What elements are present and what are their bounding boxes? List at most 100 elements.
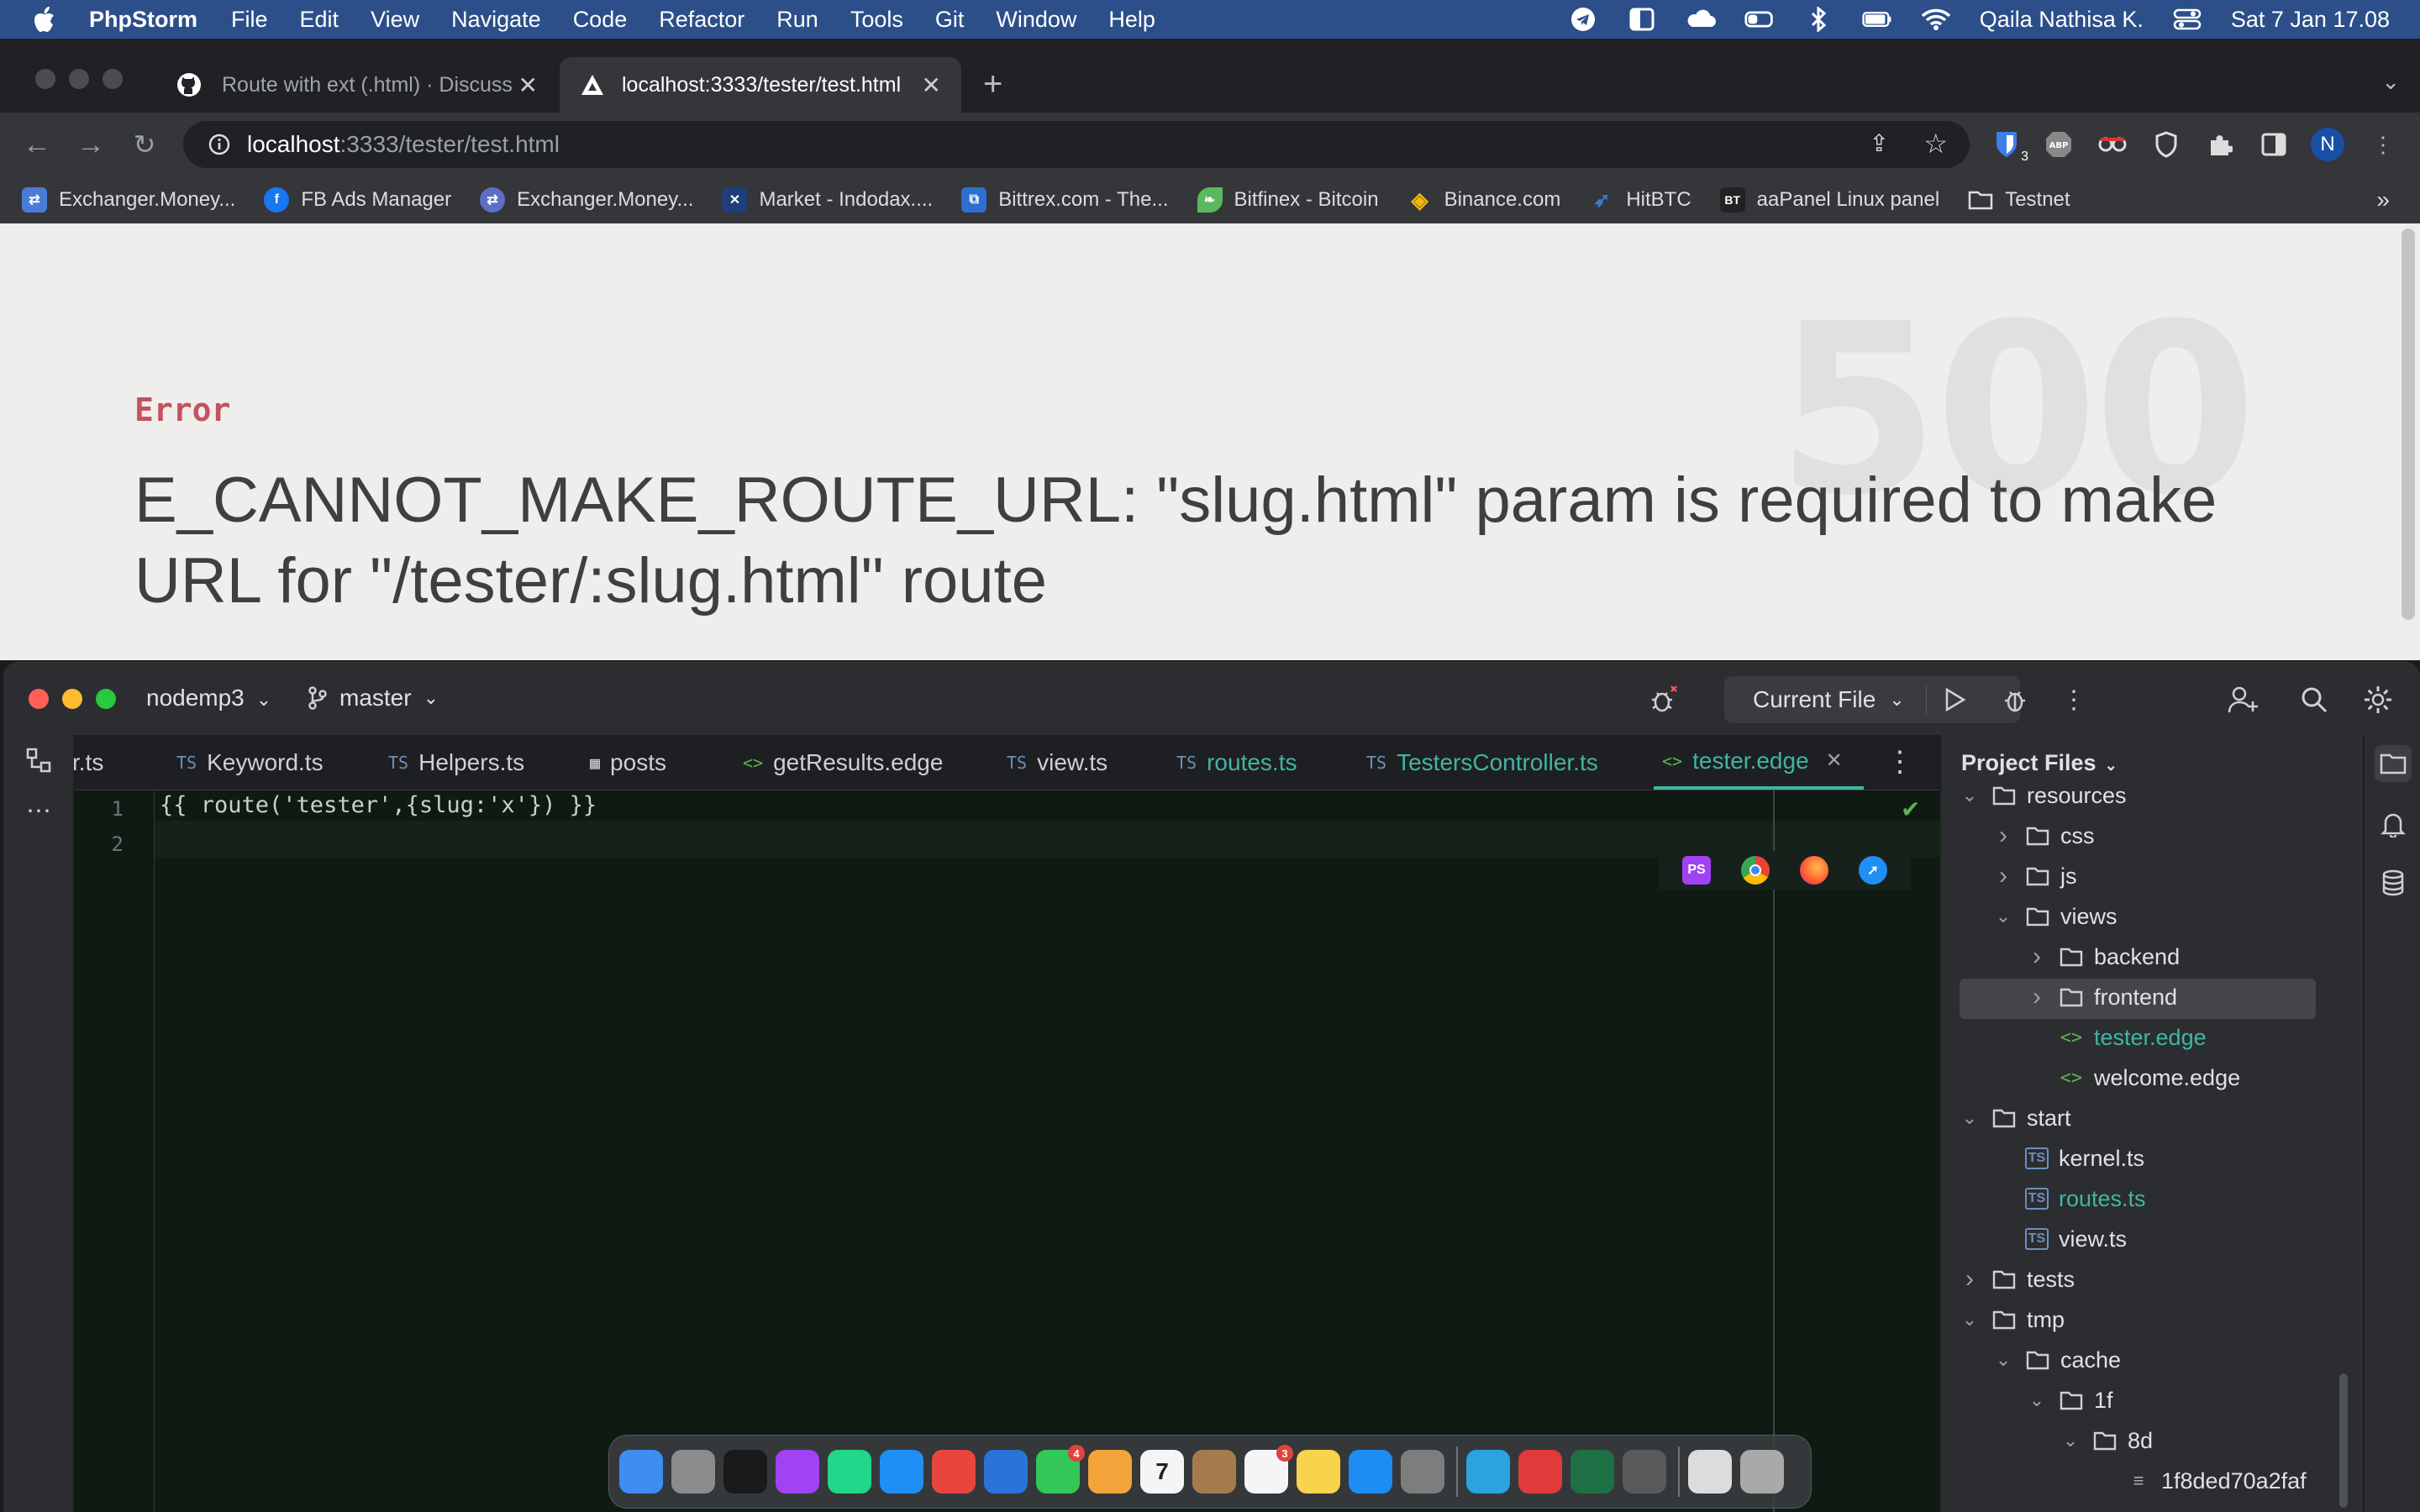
- tree-file[interactable]: TS view.ts: [1993, 1219, 2127, 1259]
- code-line[interactable]: {{ route('tester',{slug:'x'}) }}: [160, 792, 597, 818]
- debug-bug-icon[interactable]: [1647, 683, 1681, 717]
- editor-tab[interactable]: TS TestersController.ts: [1366, 735, 1598, 790]
- kebab-menu-icon[interactable]: ⋮: [2368, 129, 2398, 160]
- menu-tools[interactable]: Tools: [850, 7, 903, 33]
- safari-icon[interactable]: ➚: [1859, 856, 1887, 885]
- menu-app-name[interactable]: PhpStorm: [89, 7, 197, 33]
- menu-help[interactable]: Help: [1108, 7, 1155, 33]
- tree-file[interactable]: ≡ 1f8ded70a2faf: [2094, 1461, 2307, 1501]
- side-panel-icon[interactable]: [2259, 129, 2289, 160]
- tree-folder[interactable]: ⌄ cache: [1993, 1340, 2121, 1380]
- bookmark-folder[interactable]: Testnet: [1968, 187, 2070, 213]
- code-editor[interactable]: 1 2 {{ route('tester',{slug:'x'}) }} ✔ P…: [74, 790, 1939, 1512]
- battery-toggle-icon[interactable]: [1744, 7, 1775, 32]
- tree-folder[interactable]: › frontend: [2027, 977, 2177, 1017]
- bitwarden-extension-icon[interactable]: 3: [1991, 129, 2028, 164]
- bookmark-item[interactable]: f FB Ads Manager: [264, 187, 451, 213]
- tree-file[interactable]: <> welcome.edge: [2027, 1058, 2240, 1098]
- editor-tabs-more-icon[interactable]: ⋮: [1886, 743, 1914, 780]
- database-icon[interactable]: [2375, 864, 2412, 901]
- close-tab-icon[interactable]: ✕: [518, 71, 538, 99]
- documents-icon[interactable]: [1688, 1450, 1732, 1494]
- bookmark-item[interactable]: ❧ Bitfinex - Bitcoin: [1197, 187, 1379, 213]
- branch-switcher[interactable]: master ⌄: [308, 685, 439, 711]
- editor-tab[interactable]: TS view.ts: [1007, 735, 1107, 790]
- notes-icon[interactable]: [1297, 1450, 1340, 1494]
- minimize-window-button[interactable]: [69, 69, 89, 89]
- bookmarks-overflow-button[interactable]: »: [2376, 186, 2390, 213]
- debug-icon[interactable]: [1998, 683, 2032, 717]
- safari-icon[interactable]: [880, 1450, 923, 1494]
- info-icon[interactable]: [208, 134, 230, 155]
- system-settings-icon[interactable]: [1401, 1450, 1444, 1494]
- project-switcher[interactable]: nodemp3 ⌄: [146, 685, 271, 711]
- chevron-down-icon[interactable]: ⌄: [1993, 1349, 2013, 1371]
- address-bar[interactable]: localhost:3333/tester/test.html ⇪ ☆: [183, 121, 1970, 168]
- tree-folder[interactable]: › tests: [1960, 1259, 2075, 1299]
- messages-icon[interactable]: 4: [1036, 1445, 1085, 1494]
- search-icon[interactable]: [2297, 683, 2331, 717]
- tree-folder[interactable]: ⌄ 1f: [2027, 1380, 2113, 1420]
- menu-bar-datetime[interactable]: Sat 7 Jan 17.08: [2231, 7, 2390, 33]
- tree-file[interactable]: TS kernel.ts: [1993, 1138, 2144, 1179]
- chevron-down-icon[interactable]: ⌄: [1960, 1107, 1980, 1129]
- browser-tab-localhost[interactable]: localhost:3333/tester/test.html ✕: [560, 57, 961, 113]
- close-window-button[interactable]: [29, 689, 49, 709]
- close-tab-icon[interactable]: ✕: [922, 71, 941, 99]
- forward-arrow-icon[interactable]: →: [76, 129, 106, 160]
- tree-folder[interactable]: ⌄ start: [1960, 1098, 2071, 1138]
- zoom-window-button[interactable]: [96, 689, 116, 709]
- editor-tab[interactable]: <> getResults.edge: [743, 735, 943, 790]
- glasses-extension-icon[interactable]: [2097, 129, 2128, 160]
- launchpad-icon[interactable]: [671, 1450, 715, 1494]
- archive-icon[interactable]: [1192, 1450, 1236, 1494]
- photos-icon[interactable]: [1088, 1450, 1132, 1494]
- menu-run[interactable]: Run: [776, 7, 818, 33]
- chevron-down-icon[interactable]: ⌄: [1960, 1309, 1980, 1331]
- chrome-icon[interactable]: [932, 1450, 976, 1494]
- apple-icon[interactable]: [30, 4, 60, 34]
- editor-tab[interactable]: ▦ posts: [590, 735, 666, 790]
- menu-git[interactable]: Git: [935, 7, 965, 33]
- menu-bar-user[interactable]: Qaila Nathisa K.: [1980, 7, 2144, 33]
- cloud-icon[interactable]: [1686, 7, 1716, 32]
- pycharm-icon[interactable]: [828, 1450, 871, 1494]
- reminders-icon[interactable]: 3: [1244, 1445, 1293, 1494]
- tree-file[interactable]: <> tester.edge: [2027, 1017, 2207, 1058]
- editor-tab[interactable]: TS Helpers.ts: [388, 735, 524, 790]
- bookmark-item[interactable]: ⧉ Bittrex.com - The...: [961, 187, 1169, 213]
- chevron-down-icon[interactable]: ⌄: [1960, 785, 1980, 806]
- tree-folder[interactable]: ⌄ 8d: [2060, 1420, 2153, 1461]
- tree-folder[interactable]: ⌄ tmp: [1960, 1299, 2065, 1340]
- phpstorm-icon[interactable]: [776, 1450, 819, 1494]
- menu-window[interactable]: Window: [996, 7, 1076, 33]
- menu-view[interactable]: View: [371, 7, 419, 33]
- settings-gear-icon[interactable]: [2361, 683, 2395, 717]
- menu-code[interactable]: Code: [573, 7, 628, 33]
- chevron-down-icon[interactable]: ⌄: [1993, 906, 2013, 927]
- tree-folder[interactable]: › backend: [2027, 937, 2180, 977]
- bookmark-item[interactable]: ⇄ Exchanger.Money...: [480, 187, 693, 213]
- profile-avatar[interactable]: N: [2311, 128, 2344, 161]
- navigation-icon[interactable]: [984, 1450, 1028, 1494]
- chevron-right-icon[interactable]: ›: [1960, 1265, 1980, 1294]
- wifi-icon[interactable]: [1921, 7, 1951, 32]
- bookmark-item[interactable]: ➶ HitBTC: [1589, 187, 1691, 213]
- inspection-ok-icon[interactable]: ✔: [1901, 795, 1920, 823]
- more-tool-windows-icon[interactable]: ⋯: [22, 794, 55, 827]
- share-icon[interactable]: ⇪: [1870, 129, 1889, 157]
- page-scrollbar[interactable]: [2402, 228, 2415, 620]
- chevron-right-icon[interactable]: ›: [2027, 942, 2047, 971]
- project-folder-icon[interactable]: [2375, 745, 2412, 782]
- bookmark-item[interactable]: ⇄ Exchanger.Money...: [22, 187, 235, 213]
- chevron-down-icon[interactable]: ⌄: [2060, 1430, 2081, 1452]
- tree-folder[interactable]: › css: [1993, 816, 2095, 856]
- project-panel-title[interactable]: Project Files ⌄: [1961, 750, 2118, 776]
- menu-navigate[interactable]: Navigate: [451, 7, 541, 33]
- structure-icon[interactable]: [22, 743, 55, 777]
- control-center-icon[interactable]: [2172, 7, 2202, 32]
- finder-icon[interactable]: [619, 1450, 663, 1494]
- tab-search-chevron-icon[interactable]: ⌄: [2381, 69, 2400, 95]
- more-actions-icon[interactable]: ⋮: [2057, 683, 2091, 717]
- firefox-icon[interactable]: [1800, 856, 1828, 885]
